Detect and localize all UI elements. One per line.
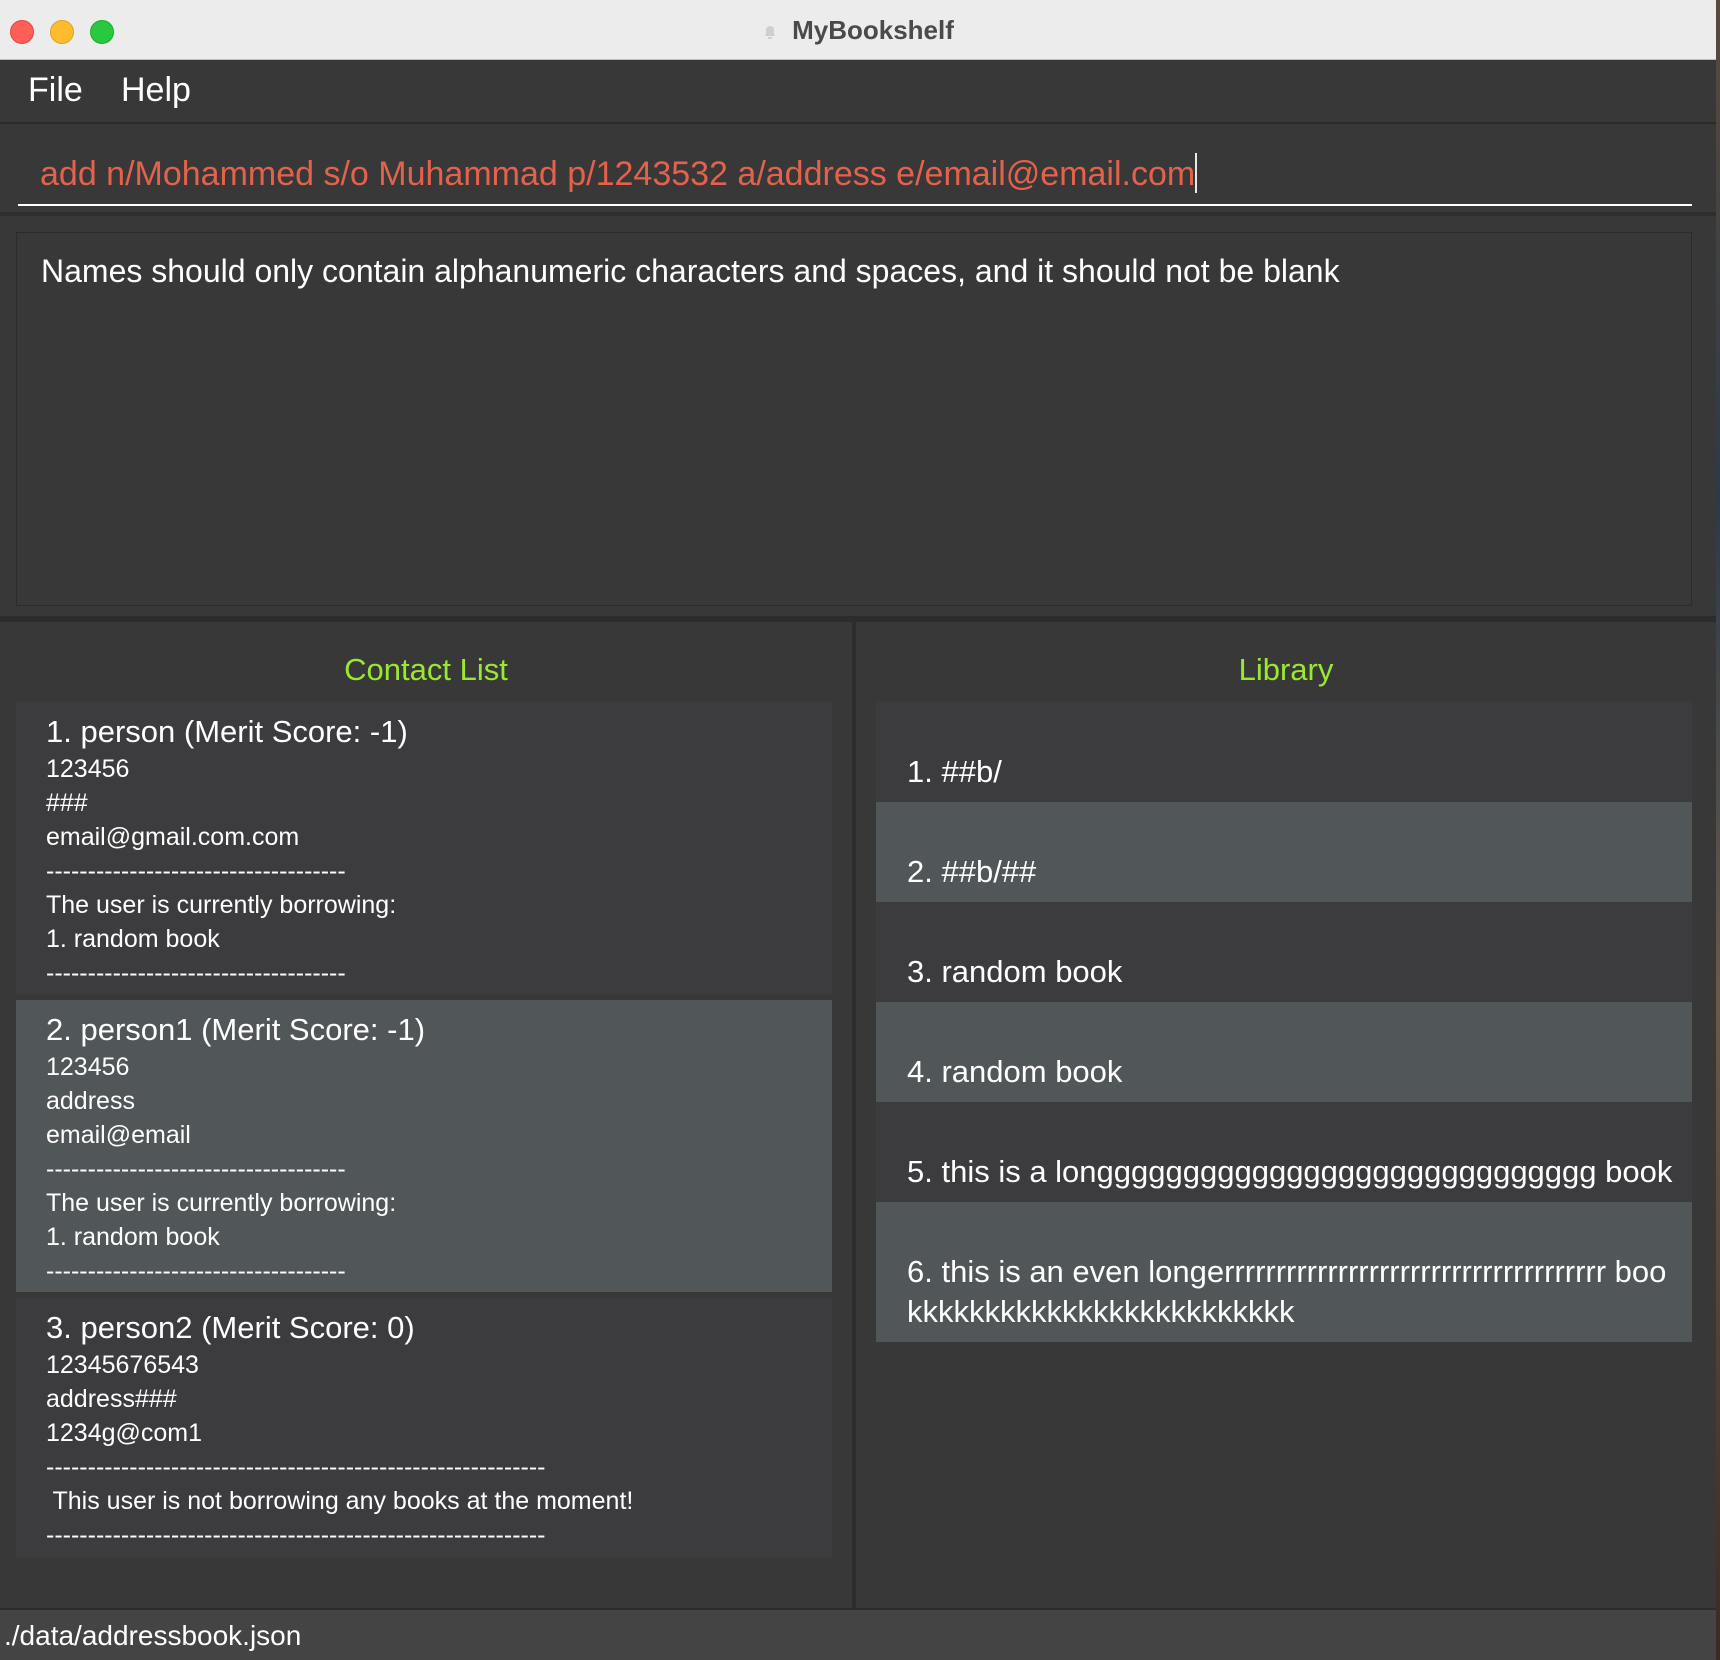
result-message: Names should only contain alphanumeric c… — [41, 253, 1340, 289]
library-book-item[interactable]: 3. random book — [876, 902, 1692, 1002]
contact-address: address — [46, 1087, 135, 1115]
contact-card[interactable]: 1. person (Merit Score: -1) 123456 ### e… — [16, 702, 832, 994]
contact-list-header: Contact List — [344, 652, 508, 687]
library-book-item[interactable]: 4. random book — [876, 1002, 1692, 1102]
menu-bar: File Help — [0, 60, 1716, 124]
title-bar: MyBookshelf — [0, 0, 1716, 60]
window-title-area: MyBookshelf — [0, 0, 1716, 60]
command-input[interactable]: add n/Mohammed s/o Muhammad p/1243532 a/… — [18, 144, 1692, 206]
contact-borrowing-label: The user is currently borrowing: — [46, 1189, 397, 1217]
text-caret — [1195, 153, 1198, 193]
app-window: MyBookshelf File Help add n/Mohammed s/o… — [0, 0, 1716, 1660]
contact-borrowed-book: 1. random book — [46, 925, 220, 953]
app-bell-icon — [765, 26, 776, 39]
contact-divider: ------------------------------------ — [46, 1257, 346, 1285]
contact-list-panel: Contact List 1. person (Merit Score: -1)… — [0, 622, 852, 1608]
contact-address: address### — [46, 1385, 177, 1413]
library-header: Library — [1238, 652, 1334, 687]
command-box-container: add n/Mohammed s/o Muhammad p/1243532 a/… — [0, 124, 1716, 216]
contact-email: email@gmail.com.com — [46, 823, 300, 851]
contact-divider: ------------------------------------ — [46, 857, 346, 885]
book-title: 2. ##b/## — [907, 854, 1037, 889]
command-text: add n/Mohammed s/o Muhammad p/1243532 a/… — [40, 155, 1196, 193]
contact-address: ### — [46, 789, 88, 817]
library-book-item[interactable]: 5. this is a longggggggggggggggggggggggg… — [876, 1102, 1692, 1202]
library-book-item[interactable]: 1. ##b/ — [876, 702, 1692, 802]
contact-divider: ------------------------------------ — [46, 1155, 346, 1183]
book-title: 1. ##b/ — [907, 754, 1002, 789]
contact-email: email@email — [46, 1121, 191, 1149]
status-bar: ./data/addressbook.json — [0, 1608, 1716, 1660]
result-display[interactable]: Names should only contain alphanumeric c… — [16, 232, 1692, 606]
library-book-item[interactable]: 6. this is an even longerrrrrrrrrrrrrrrr… — [876, 1202, 1692, 1342]
contact-email: 1234g@com1 — [46, 1419, 203, 1447]
library-panel: Library 1. ##b/ 2. ##b/## 3. random book… — [856, 622, 1716, 1608]
save-location-path: ./data/addressbook.json — [4, 1620, 302, 1651]
book-title: 4. random book — [907, 1054, 1123, 1089]
contact-card[interactable]: 3. person2 (Merit Score: 0) 12345676543 … — [16, 1298, 832, 1558]
library-book-item[interactable]: 2. ##b/## — [876, 802, 1692, 902]
contact-borrowed-book: 1. random book — [46, 1223, 220, 1251]
contact-heading: 2. person1 (Merit Score: -1) — [46, 1012, 426, 1047]
contact-heading: 3. person2 (Merit Score: 0) — [46, 1310, 415, 1345]
menu-help[interactable]: Help — [121, 70, 191, 110]
book-title: 3. random book — [907, 954, 1123, 989]
contact-card[interactable]: 2. person1 (Merit Score: -1) 123456 addr… — [16, 1000, 832, 1292]
book-title: 6. this is an even longerrrrrrrrrrrrrrrr… — [907, 1254, 1667, 1329]
contact-phone: 123456 — [46, 755, 130, 783]
desktop-background — [1716, 0, 1720, 1660]
contact-borrowing-status: This user is not borrowing any books at … — [46, 1487, 634, 1515]
contact-phone: 12345676543 — [46, 1351, 199, 1379]
window-title: MyBookshelf — [792, 15, 954, 45]
contact-divider: ----------------------------------------… — [46, 1453, 546, 1481]
contact-phone: 123456 — [46, 1053, 130, 1081]
contact-divider: ------------------------------------ — [46, 959, 346, 987]
contact-heading: 1. person (Merit Score: -1) — [46, 714, 408, 749]
contact-divider: ----------------------------------------… — [46, 1521, 546, 1549]
contact-borrowing-label: The user is currently borrowing: — [46, 891, 397, 919]
book-title: 5. this is a longggggggggggggggggggggggg… — [907, 1154, 1673, 1189]
menu-file[interactable]: File — [28, 70, 83, 110]
